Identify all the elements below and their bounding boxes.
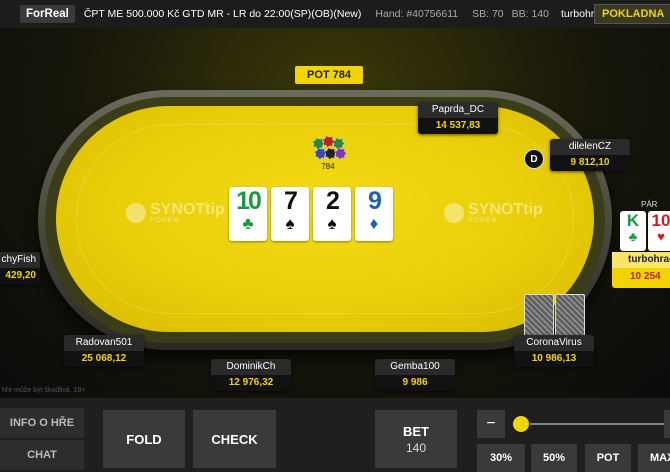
- brand-badge[interactable]: ForReal: [20, 5, 75, 23]
- pot-chips: [311, 136, 346, 160]
- player-stack: 25 068,12: [81, 353, 127, 364]
- pot-label: POT 784: [295, 66, 363, 84]
- player-name: CoronaVirus: [514, 335, 594, 351]
- spade-icon: ♠: [285, 214, 295, 233]
- logo-text: SYNOTtip: [150, 201, 225, 218]
- player-seat[interactable]: chyFish 429,20: [0, 252, 40, 284]
- big-blind: BB: 140: [511, 8, 550, 20]
- bet-slider[interactable]: [520, 423, 670, 425]
- decrease-bet-button[interactable]: −: [477, 410, 505, 438]
- logo-text: SYNOTtip: [468, 201, 543, 218]
- table-logo-right: SYNOTtip POKER: [444, 202, 543, 224]
- fold-label: FOLD: [126, 431, 162, 447]
- card-rank: 2: [326, 187, 340, 215]
- card-rank: 10: [651, 211, 670, 230]
- player-seat[interactable]: DominikCh 12 976,32: [211, 359, 291, 391]
- card-back: [555, 294, 585, 338]
- board-card: 7 ♠: [271, 187, 309, 241]
- logo-subtext: POKER: [150, 217, 180, 224]
- tournament-title: ČPT ME 500.000 Kč GTD MR - LR do 22:00(S…: [83, 8, 362, 20]
- heart-icon: ♥: [657, 229, 665, 244]
- club-icon: ♣: [242, 214, 254, 233]
- gambling-warning: hře může být škodlivá, 18+: [2, 387, 86, 394]
- player-name: Radovan501: [64, 335, 144, 351]
- player-name: Gemba100: [375, 359, 455, 375]
- minus-icon: −: [486, 415, 496, 432]
- card-back: [524, 294, 554, 338]
- player-stack: 9 986: [402, 377, 428, 388]
- player-name: DominikCh: [211, 359, 291, 375]
- bet-amount: 140: [405, 440, 427, 455]
- preset-max-button[interactable]: MAX: [638, 444, 670, 472]
- player-name: dilelenCZ: [550, 139, 630, 155]
- player-seat[interactable]: Paprda_DC 14 537,83: [418, 102, 498, 134]
- card-rank: 10: [236, 187, 262, 215]
- preset-30-button[interactable]: 30%: [477, 444, 525, 472]
- board-card: 9 ♦: [355, 187, 393, 241]
- check-button[interactable]: CHECK: [193, 410, 276, 468]
- hero-name: turbohrac: [612, 252, 670, 268]
- player-seat[interactable]: Radovan501 25 068,12: [64, 335, 144, 367]
- cashier-button[interactable]: POKLADNA: [594, 4, 670, 24]
- player-seat[interactable]: CoronaVirus 10 986,13: [514, 335, 594, 367]
- check-label: CHECK: [211, 431, 258, 447]
- player-name: Paprda_DC: [418, 102, 498, 118]
- player-stack: 429,20: [5, 270, 36, 281]
- diamond-icon: ♦: [369, 214, 379, 233]
- logo-subtext: POKER: [468, 217, 498, 224]
- small-blind: SB: 70: [472, 8, 504, 20]
- increase-bet-button[interactable]: +: [664, 410, 670, 438]
- player-stack: 14 537,83: [435, 120, 481, 131]
- card-rank: K: [626, 211, 640, 230]
- chip-icon: [335, 148, 346, 159]
- card-rank: 7: [284, 187, 298, 215]
- hero-seat: turbohrac 10 254: [612, 252, 670, 288]
- pot-chips-value: 784: [321, 162, 335, 171]
- logo-ball-icon: [126, 203, 146, 223]
- bet-label: BET: [403, 423, 429, 439]
- hero-stack: 10 254: [630, 271, 661, 282]
- logo-ball-icon: [444, 203, 464, 223]
- dealer-button: D: [524, 149, 544, 169]
- bet-button[interactable]: BET 140: [375, 410, 457, 468]
- info-button[interactable]: INFO O HŘE: [0, 408, 84, 438]
- hand-strength-label: PÁR: [641, 200, 658, 209]
- top-bar: ForReal ČPT ME 500.000 Kč GTD MR - LR do…: [0, 0, 670, 28]
- bet-slider-handle[interactable]: [512, 415, 530, 433]
- hero-card: 10 ♥: [648, 211, 670, 251]
- player-seat[interactable]: dilelenCZ 9 812,10: [550, 139, 630, 171]
- player-name: chyFish: [0, 252, 40, 268]
- fold-button[interactable]: FOLD: [103, 410, 185, 468]
- player-stack: 12 976,32: [228, 377, 274, 388]
- board-card: 2 ♠: [313, 187, 351, 241]
- player-stack: 9 812,10: [570, 157, 610, 168]
- club-icon: ♣: [628, 229, 638, 244]
- board-card: 10 ♣: [229, 187, 267, 241]
- table-logo-left: SYNOTtip POKER: [126, 202, 225, 224]
- preset-pot-button[interactable]: POT: [585, 444, 631, 472]
- player-stack: 10 986,13: [531, 353, 577, 364]
- player-seat[interactable]: Gemba100 9 986: [375, 359, 455, 391]
- spade-icon: ♠: [327, 214, 337, 233]
- hero-card: K ♣: [620, 211, 646, 251]
- preset-50-button[interactable]: 50%: [531, 444, 577, 472]
- hand-number: Hand: #40756611: [375, 8, 459, 20]
- card-rank: 9: [368, 187, 382, 215]
- chat-button[interactable]: CHAT: [0, 440, 84, 470]
